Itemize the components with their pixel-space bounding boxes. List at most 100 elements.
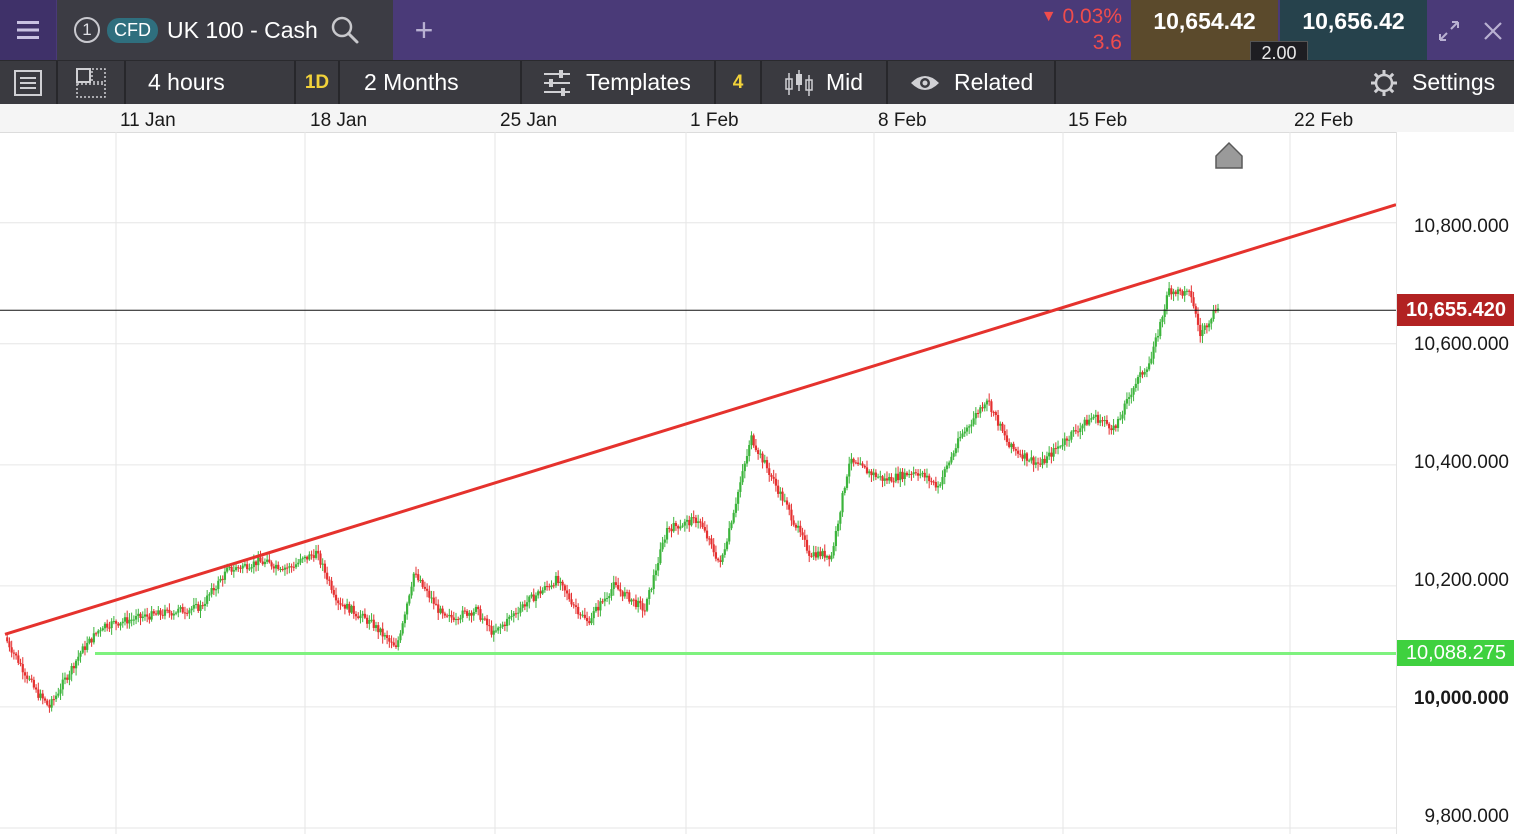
change-percent: 0.03% xyxy=(1062,5,1122,28)
candle-body xyxy=(632,599,635,601)
menu-button[interactable] xyxy=(0,0,56,60)
candle-body xyxy=(432,597,435,604)
candle-body xyxy=(532,594,535,601)
interval-selector[interactable]: 4 hours xyxy=(126,61,296,104)
candle-body xyxy=(497,627,500,631)
candle-body xyxy=(463,610,466,612)
x-tick-label: 8 Feb xyxy=(878,110,927,131)
candle-body xyxy=(859,463,862,465)
candle-body xyxy=(12,652,15,654)
candle-body xyxy=(246,564,249,570)
price-type-selector[interactable]: Mid xyxy=(762,61,888,104)
candle-body xyxy=(157,610,160,615)
candle-body xyxy=(668,527,671,529)
candle-body xyxy=(559,581,562,584)
candle-body xyxy=(821,550,824,557)
candle-body xyxy=(945,465,949,470)
candle-body xyxy=(326,572,329,580)
candle-body xyxy=(119,623,122,626)
chart-toolbar: 4 hours 1D 2 Months Templates 4 Mid Rela… xyxy=(0,60,1514,104)
candle-body xyxy=(494,630,498,632)
candle-body xyxy=(28,678,31,680)
candle-body xyxy=(517,612,520,614)
layout-button[interactable] xyxy=(58,61,126,104)
candle-body xyxy=(974,413,977,419)
candle-body xyxy=(892,481,895,483)
candle-body xyxy=(950,456,953,463)
price-chart[interactable] xyxy=(0,132,1396,834)
candle-body xyxy=(657,563,660,571)
candle-body xyxy=(648,590,651,599)
candle-body xyxy=(1154,337,1157,347)
candle-body xyxy=(801,532,804,536)
candle-body xyxy=(814,552,817,558)
candle-body xyxy=(386,635,389,639)
candle-body xyxy=(870,471,873,476)
candle-body xyxy=(803,535,806,540)
candle-body xyxy=(312,555,315,558)
range-selector[interactable]: 2 Months xyxy=(340,61,522,104)
candle-body xyxy=(310,554,313,556)
candle-body xyxy=(257,557,260,566)
candle-body xyxy=(1176,289,1180,295)
candle-body xyxy=(794,524,797,528)
candle-body xyxy=(681,525,684,527)
candle-body xyxy=(930,481,933,483)
candle-body xyxy=(697,521,700,523)
candle-body xyxy=(423,586,426,589)
related-button[interactable]: Related xyxy=(888,61,1056,104)
indicator-count[interactable]: 4 xyxy=(716,61,762,104)
candle-body xyxy=(186,612,189,614)
candle-body xyxy=(308,554,311,560)
candle-body xyxy=(519,607,522,613)
candle-body xyxy=(619,589,622,592)
candle-body xyxy=(914,472,917,474)
instrument-tab[interactable]: 1 CFD UK 100 - Cash xyxy=(57,0,393,60)
candle-body xyxy=(1212,310,1215,319)
y-tick-label: 9,800.000 xyxy=(1424,806,1509,827)
candle-body xyxy=(1076,431,1080,433)
candle-body xyxy=(63,677,67,680)
candle-body xyxy=(610,589,613,597)
candle-body xyxy=(539,591,542,594)
candle-body xyxy=(545,586,549,588)
candle-body xyxy=(1128,397,1131,399)
candle-body xyxy=(168,609,171,614)
candle-body xyxy=(592,611,595,619)
close-icon[interactable] xyxy=(1478,16,1508,46)
candle-body xyxy=(599,601,602,611)
settings-button[interactable]: Settings xyxy=(1360,61,1514,104)
candle-body xyxy=(921,472,924,474)
candle-body xyxy=(983,404,986,409)
candle-body xyxy=(294,564,298,568)
candle-body xyxy=(268,559,271,563)
list-button[interactable] xyxy=(0,61,58,104)
candle-body xyxy=(916,473,920,476)
candle-body xyxy=(510,616,513,618)
candle-body xyxy=(79,652,82,657)
candle-body xyxy=(972,418,975,425)
candle-body xyxy=(1005,435,1009,442)
candle-body xyxy=(150,611,153,620)
down-triangle-icon: ▼ xyxy=(1040,8,1057,25)
plus-icon[interactable]: + xyxy=(408,12,440,48)
candle-body xyxy=(319,553,322,565)
search-icon[interactable] xyxy=(330,15,360,45)
candle-body xyxy=(894,473,897,482)
candle-body xyxy=(279,569,282,571)
period-badge[interactable]: 1D xyxy=(296,61,340,104)
candle-body xyxy=(588,621,591,624)
candle-body xyxy=(181,607,184,613)
candle-body xyxy=(214,589,218,591)
candle-body xyxy=(30,678,33,680)
candle-body xyxy=(839,512,842,524)
candle-body xyxy=(492,630,495,635)
templates-button[interactable]: Templates xyxy=(522,61,716,104)
expand-icon[interactable] xyxy=(1434,16,1464,46)
candle-body xyxy=(757,450,760,454)
candle-body xyxy=(206,595,209,604)
home-marker-icon[interactable] xyxy=(1215,141,1243,169)
candle-body xyxy=(192,604,195,609)
grid xyxy=(0,132,1396,834)
candle-body xyxy=(201,605,204,607)
